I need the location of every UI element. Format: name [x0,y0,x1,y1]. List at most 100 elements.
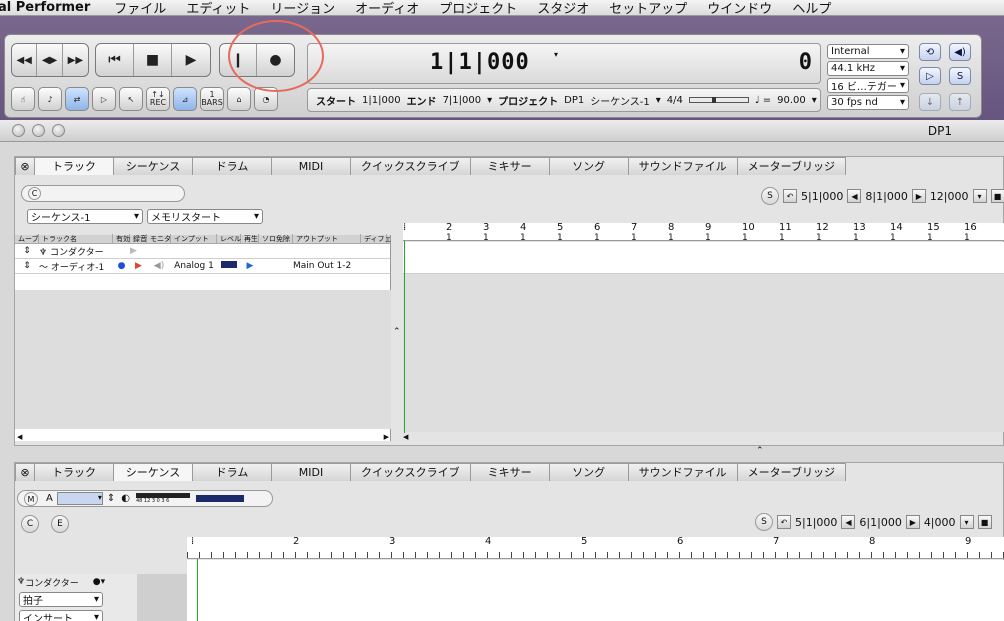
menu-studio[interactable]: スタジオ [527,0,599,17]
fps-select[interactable]: 30 fps nd ▾ [827,95,909,110]
play-enable-icon[interactable]: ▶ [241,261,259,271]
scroll-right-icon[interactable]: ▶ [384,433,389,443]
tempo-icon[interactable]: ⌂ [227,87,251,111]
wait-icon[interactable]: ☝ [11,87,35,111]
enable-dot-icon[interactable]: ● [113,261,130,271]
countoff-icon[interactable]: ♪ [38,87,62,111]
bits-select[interactable]: 16 ビ…テガー ▾ [827,78,909,93]
pane-splitter-icon[interactable]: ⌃ [756,446,764,456]
nav-a-value[interactable]: 5|1|000 [795,516,837,529]
nav-dropdown-icon[interactable]: ▾ [972,189,987,203]
solo-icon[interactable]: S [949,67,971,85]
counter-dropdown-icon[interactable]: ▾ [554,50,558,59]
menu-edit[interactable]: エディット [176,0,260,17]
tab-song[interactable]: ソング [548,157,629,175]
tab-soundfile-2[interactable]: サウンドファイル [627,463,738,481]
tab-midi-2[interactable]: MIDI [271,463,351,481]
sequence-close-icon[interactable]: ⊗ [15,463,35,481]
rate-select[interactable]: 44.1 kHz ▾ [827,61,909,76]
tab-soundfile[interactable]: サウンドファイル [627,157,738,175]
tab-tracks[interactable]: トラック [34,157,114,175]
app-name[interactable]: al Performer [0,0,104,15]
m-button[interactable]: M [24,491,38,506]
menu-audio[interactable]: オーディオ [345,0,429,17]
record-arm-icon[interactable]: ▶ [130,261,147,271]
track-row[interactable]: ⇕ 〜 オーディオ-1 ● ▶ ◀) Analog 1 ▶ Main Out 1… [15,259,390,274]
stepper-icon[interactable]: ⇕ [107,493,115,504]
nav-right-icon[interactable]: ▶ [905,515,920,529]
punch-icon[interactable]: ▷ [92,87,116,111]
fast-forward-button[interactable]: ▶▶ [63,44,88,76]
shuttle-button[interactable]: ◀▶ [37,44,63,76]
tab-meterbridge-2[interactable]: メーターブリッジ [736,463,847,481]
track-name[interactable]: ♆ コンダクター [39,245,113,258]
tab-midi[interactable]: MIDI [271,157,351,175]
track-input[interactable]: Analog 1 [171,261,217,271]
e-button[interactable]: E [51,515,69,533]
nav-b-value[interactable]: 6|1|000 [859,516,901,529]
track-row[interactable]: ⇕ ♆ コンダクター ▶ [15,244,390,259]
c-button-icon[interactable]: C [28,187,41,200]
up-icon[interactable]: ↑ [949,93,971,111]
end-dropdown-icon[interactable]: ▾ [487,95,492,106]
project-value[interactable]: DP1 [564,95,584,106]
playhead-marker-icon[interactable]: ⁞ [191,537,194,547]
metronome-icon[interactable]: ⊿ [173,87,197,111]
down-icon[interactable]: ↓ [919,93,941,111]
tab-meterbridge[interactable]: メーターブリッジ [736,157,847,175]
playhead-marker-icon[interactable]: ⁞ [403,223,406,233]
tab-sequence-2[interactable]: シーケンス [113,463,193,481]
stop-button[interactable]: ■ [134,44,172,76]
sync-icon[interactable]: ⟲ [919,43,941,61]
track-name[interactable]: 〜 オーディオ-1 [39,260,113,273]
chase-icon[interactable]: ▷ [919,67,941,85]
bars-icon[interactable]: 1 BARS [200,87,224,111]
track-list-hscroll[interactable]: ◀ ▶ [15,433,391,443]
tab-drums[interactable]: ドラム [192,157,272,175]
start-value[interactable]: 1|1|000 [362,95,401,106]
end-value[interactable]: 7|1|000 [443,95,482,106]
track-timeline[interactable] [403,242,1004,274]
tempo-value[interactable]: 90.00 [777,95,806,106]
tracks-ruler[interactable]: ⁞ 21 31 41 51 61 71 81 91 10 1 11 1 12 1 13… [403,223,1004,243]
timeline-scroll-left-icon[interactable]: ◀ [403,433,408,441]
monitor-icon[interactable]: ◀) [147,261,171,271]
main-counter[interactable]: 1|1|000 ▾ 0 [307,43,821,84]
minimize-light[interactable] [32,124,45,137]
track-filter-field[interactable]: C [21,185,185,202]
tab-quickscribe-2[interactable]: クイックスクライブ [350,463,471,481]
tab-mixer[interactable]: ミキサー [469,157,550,175]
scroll-left-icon[interactable]: ◀ [17,433,22,443]
menu-project[interactable]: プロジェクト [429,0,527,17]
menu-setup[interactable]: セットアップ [599,0,697,17]
tempo-dropdown-icon[interactable]: ▾ [812,95,817,106]
nav-c-value[interactable]: 12|000 [930,190,969,203]
record-button[interactable]: ● [257,44,294,76]
meter-value[interactable]: 4/4 [667,95,683,106]
clock-icon[interactable]: ◔ [254,87,278,111]
conductor-row[interactable]: ♆ コンダクター ● ▾ [15,574,137,590]
track-output[interactable]: Main Out 1-2 [293,261,361,271]
nav-square-icon[interactable]: ■ [977,515,992,529]
play-button[interactable]: ▶ [172,44,210,76]
move-handle-icon[interactable]: ⇕ [15,246,39,256]
fader[interactable]: 48 12 3 0 3 6 [135,493,190,504]
tab-quickscribe[interactable]: クイックスクライブ [350,157,471,175]
auto-record-icon[interactable]: ↖ [119,87,143,111]
close-light[interactable] [12,124,25,137]
nav-a-value[interactable]: 5|1|000 [801,190,843,203]
tempo-slider[interactable] [688,97,749,103]
back-icon[interactable]: ↶ [783,189,797,203]
nav-dropdown-icon[interactable]: ▾ [959,515,974,529]
rewind-button[interactable]: ◀◀ [12,44,38,76]
sync-select[interactable]: Internal ▾ [827,44,909,59]
tab-drums-2[interactable]: ドラム [192,463,272,481]
zoom-light[interactable] [52,124,65,137]
meter-select[interactable]: 拍子 ▾ [19,592,103,607]
menu-region[interactable]: リージョン [260,0,345,17]
c-button[interactable]: C [21,515,39,533]
nav-c-value[interactable]: 4|000 [924,516,956,529]
sequence-ruler[interactable]: ⁞ 2 3 4 5 6 7 8 9 [187,537,1004,559]
overdub-icon[interactable]: ↑↓ REC [146,87,170,111]
sequence-timeline[interactable] [187,560,1004,621]
